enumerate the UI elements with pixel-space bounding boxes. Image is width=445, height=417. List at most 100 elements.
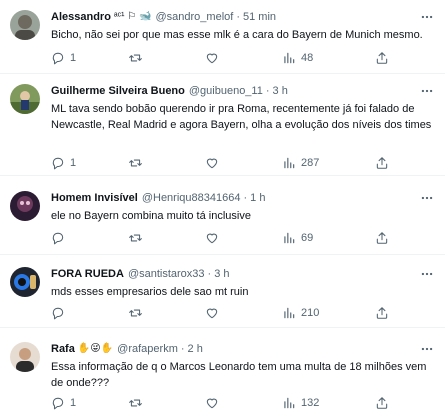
views-button[interactable]: 210 — [282, 305, 319, 321]
avatar[interactable] — [10, 84, 40, 114]
views-button[interactable]: 287 — [282, 155, 319, 171]
reply-icon — [52, 52, 64, 65]
tweet-text: Bicho, não sei por que mas esse mlk é a … — [51, 29, 423, 41]
share-icon — [376, 307, 388, 319]
avatar[interactable] — [10, 267, 40, 297]
username[interactable]: @santistarox33 — [128, 267, 205, 281]
reply-count: 1 — [70, 157, 77, 169]
like-button[interactable] — [205, 155, 219, 171]
more-dots-icon[interactable] — [419, 9, 435, 25]
views-icon — [284, 52, 295, 64]
timestamp[interactable]: 3 h — [273, 84, 288, 98]
views-icon — [284, 232, 295, 244]
reply-icon — [52, 157, 64, 170]
like-button[interactable] — [205, 50, 219, 66]
reply-icon — [52, 232, 64, 245]
retweet-icon — [129, 234, 142, 242]
tweet-text: ML tava sendo bobão querendo ir pra Roma… — [51, 103, 432, 131]
reply-button[interactable]: 1 — [51, 395, 76, 411]
username[interactable]: @rafaperkm — [117, 342, 178, 356]
display-name[interactable]: Rafa — [51, 342, 75, 356]
reply-button[interactable] — [51, 230, 65, 246]
avatar[interactable] — [10, 342, 40, 372]
retweet-icon — [129, 309, 142, 317]
share-button[interactable] — [375, 230, 389, 246]
tweet[interactable]: Alessandro ᵃᶜ¹ ⚐ 🐋 @sandro_melof · 51 mi… — [0, 0, 445, 73]
retweet-button[interactable] — [128, 230, 143, 246]
action-bar: 1 48 — [51, 50, 431, 66]
share-button[interactable] — [375, 155, 389, 171]
separator-dot: · — [265, 85, 270, 97]
like-button[interactable] — [205, 230, 219, 246]
timestamp[interactable]: 51 min — [243, 10, 276, 24]
share-icon — [376, 397, 388, 409]
avatar[interactable] — [10, 10, 40, 40]
share-icon — [376, 232, 388, 244]
share-button[interactable] — [375, 305, 389, 321]
more-dots-icon[interactable] — [419, 341, 435, 357]
like-icon — [206, 158, 218, 169]
share-button[interactable] — [375, 50, 389, 66]
reply-icon — [52, 307, 64, 320]
action-bar: 1 132 — [51, 395, 431, 411]
action-bar: 69 — [51, 230, 431, 246]
views-count: 69 — [301, 232, 314, 244]
more-dots-icon[interactable] — [419, 266, 435, 282]
tweet[interactable]: FORA RUEDA @santistarox33 · 3 h mds esse… — [0, 257, 445, 327]
views-count: 210 — [301, 307, 320, 319]
retweet-button[interactable] — [128, 50, 143, 66]
timestamp[interactable]: 2 h — [188, 342, 203, 356]
display-name[interactable]: Guilherme Silveira Bueno — [51, 84, 185, 98]
views-icon — [284, 307, 295, 319]
views-icon — [284, 157, 295, 169]
like-icon — [206, 53, 218, 64]
reply-button[interactable] — [51, 305, 65, 321]
tweet-text: Essa informação de q o Marcos Leonardo t… — [51, 361, 427, 389]
reply-feed: Alessandro ᵃᶜ¹ ⚐ 🐋 @sandro_melof · 51 mi… — [0, 0, 445, 417]
action-bar: 1 287 — [51, 155, 431, 171]
views-button[interactable]: 69 — [282, 230, 313, 246]
views-button[interactable]: 132 — [282, 395, 319, 411]
display-name[interactable]: Homem Invisível — [51, 191, 138, 205]
share-icon — [376, 52, 388, 64]
username[interactable]: @sandro_melof — [156, 10, 234, 24]
username[interactable]: @Henriqu88341664 — [142, 191, 241, 205]
tweet[interactable]: Guilherme Silveira Bueno @guibueno_11 · … — [0, 74, 445, 175]
views-count: 48 — [301, 52, 314, 64]
tweet-header: FORA RUEDA @santistarox33 · 3 h — [51, 267, 415, 281]
timestamp[interactable]: 1 h — [250, 191, 265, 205]
reply-button[interactable]: 1 — [51, 50, 76, 66]
like-icon — [206, 398, 218, 409]
separator-dot: · — [207, 268, 212, 280]
username[interactable]: @guibueno_11 — [189, 84, 263, 98]
views-icon — [284, 397, 295, 409]
retweet-icon — [129, 399, 142, 407]
views-button[interactable]: 48 — [282, 50, 313, 66]
tweet[interactable]: Rafa ✋😜✋ @rafaperkm · 2 h Essa informaçã… — [0, 332, 445, 417]
reply-button[interactable]: 1 — [51, 155, 76, 171]
display-name[interactable]: FORA RUEDA — [51, 267, 124, 281]
tweet[interactable]: Homem Invisível @Henriqu88341664 · 1 h e… — [0, 181, 445, 254]
retweet-button[interactable] — [128, 395, 143, 411]
like-icon — [206, 233, 218, 244]
retweet-button[interactable] — [128, 155, 143, 171]
tweet-header: Alessandro ᵃᶜ¹ ⚐ 🐋 @sandro_melof · 51 mi… — [51, 10, 415, 24]
share-button[interactable] — [375, 395, 389, 411]
divider — [0, 254, 445, 255]
like-button[interactable] — [205, 305, 219, 321]
timestamp[interactable]: 3 h — [214, 267, 229, 281]
reply-count: 1 — [70, 397, 77, 409]
more-dots-icon[interactable] — [419, 190, 435, 206]
reply-icon — [52, 397, 64, 410]
reply-count: 1 — [70, 52, 77, 64]
like-button[interactable] — [205, 395, 219, 411]
tweet-header: Homem Invisível @Henriqu88341664 · 1 h — [51, 191, 415, 205]
separator-dot: · — [180, 343, 185, 355]
avatar[interactable] — [10, 191, 40, 221]
action-bar: 210 — [51, 305, 431, 321]
tweet-header: Guilherme Silveira Bueno @guibueno_11 · … — [51, 84, 415, 98]
display-name[interactable]: Alessandro — [51, 10, 111, 24]
tweet-text: ele no Bayern combina muito tá inclusive — [51, 210, 251, 222]
more-dots-icon[interactable] — [419, 83, 435, 99]
retweet-button[interactable] — [128, 305, 143, 321]
